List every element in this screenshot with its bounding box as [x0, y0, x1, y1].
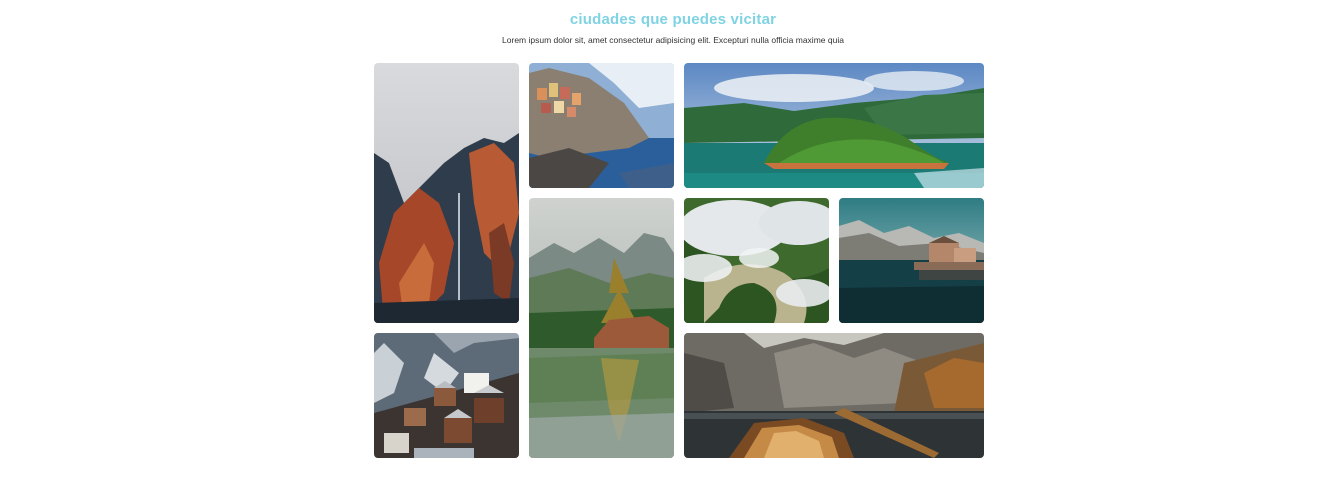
photo-green-lake-island[interactable] — [684, 63, 984, 188]
photo-aerial-cloud-forest[interactable] — [684, 198, 829, 323]
page-title: ciudades que puedes vicitar — [569, 11, 777, 28]
photo-alpine-village[interactable] — [374, 333, 519, 458]
photo-mountain-lake-tree-reflection[interactable] — [529, 198, 674, 458]
photo-coastal-village[interactable] — [529, 63, 674, 188]
photo-misty-cliffs-waterfall[interactable] — [374, 63, 519, 323]
photo-lake-village-mountains[interactable] — [839, 198, 984, 323]
photo-boat-mountain-lake[interactable] — [684, 333, 984, 458]
page-subtitle: Lorem ipsum dolor sit, amet consectetur … — [502, 35, 844, 45]
